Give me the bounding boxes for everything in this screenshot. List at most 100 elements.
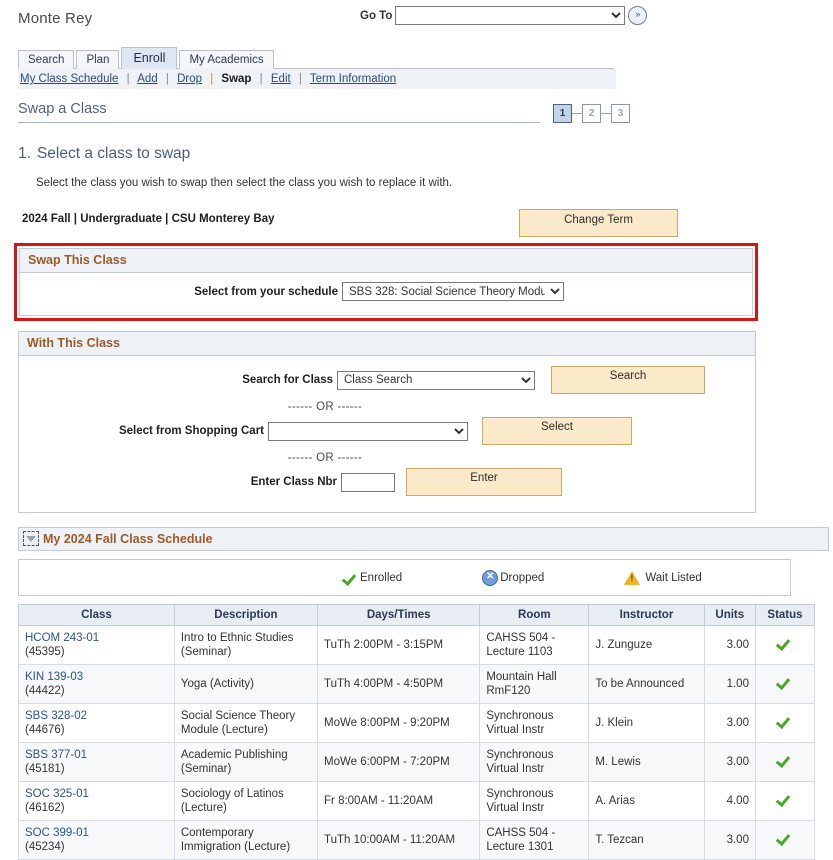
schedule-section-title: My 2024 Fall Class Schedule bbox=[43, 532, 213, 546]
cell-instructor: A. Arias bbox=[589, 782, 704, 821]
cell-units: 3.00 bbox=[704, 626, 755, 665]
subnav-swap[interactable]: Swap bbox=[221, 73, 251, 85]
step-1[interactable]: 1 bbox=[553, 104, 572, 123]
cell-days-times: TuTh 10:00AM - 11:20AM bbox=[318, 821, 480, 860]
class-link[interactable]: SBS 328-02 bbox=[25, 710, 87, 722]
table-row: SOC 325-01(46162)Sociology of Latinos (L… bbox=[19, 782, 815, 821]
app-brand: Monte Rey bbox=[18, 10, 92, 27]
cell-instructor: M. Lewis bbox=[589, 743, 704, 782]
search-button[interactable]: Search bbox=[551, 366, 705, 394]
tab-plan[interactable]: Plan bbox=[76, 50, 119, 69]
cell-days-times: TuTh 2:00PM - 3:15PM bbox=[318, 626, 480, 665]
schedule-section-header: My 2024 Fall Class Schedule bbox=[18, 527, 829, 551]
column-header-days-times: Days/Times bbox=[318, 605, 480, 626]
green-check-icon bbox=[343, 571, 358, 585]
cell-class: HCOM 243-01 (45395) bbox=[19, 626, 175, 665]
class-number: (45234) bbox=[25, 841, 65, 853]
subnav-my-class-schedule[interactable]: My Class Schedule bbox=[20, 73, 118, 85]
cell-description: Yoga (Activity) bbox=[174, 665, 317, 704]
tab-my-academics[interactable]: My Academics bbox=[179, 50, 273, 69]
cell-class: SBS 377-01(45181) bbox=[19, 743, 175, 782]
class-schedule-table: Class Description Days/Times Room Instru… bbox=[18, 604, 815, 860]
goto-select[interactable] bbox=[395, 6, 625, 25]
cell-status bbox=[755, 626, 814, 665]
status-legend: Enrolled ✕ Dropped Wait Listed bbox=[18, 559, 791, 596]
chevron-down-icon bbox=[26, 536, 36, 542]
class-link[interactable]: SOC 399-01 bbox=[25, 827, 89, 839]
subnav-separator: | bbox=[161, 73, 174, 85]
table-row: KIN 139-03(44422)Yoga (Activity)TuTh 4:0… bbox=[19, 665, 815, 704]
green-check-icon bbox=[777, 753, 792, 767]
select-from-schedule-row: Select from your schedule SBS 328: Socia… bbox=[20, 282, 752, 301]
class-number: (45395) bbox=[25, 646, 65, 658]
swap-this-class-highlight: Swap This Class Select from your schedul… bbox=[14, 243, 758, 321]
cell-units: 3.00 bbox=[704, 743, 755, 782]
enter-button[interactable]: Enter bbox=[406, 468, 562, 496]
green-check-icon bbox=[777, 675, 792, 689]
page-header: Monte Rey Go To » bbox=[0, 0, 833, 40]
table-row: SBS 328-02(44676)Social Science Theory M… bbox=[19, 704, 815, 743]
cell-class: SOC 399-01 (45234) bbox=[19, 821, 175, 860]
table-row: SBS 377-01(45181)Academic Publishing (Se… bbox=[19, 743, 815, 782]
subnav-add[interactable]: Add bbox=[137, 73, 157, 85]
subnav-drop[interactable]: Drop bbox=[177, 73, 202, 85]
page-title: Swap a Class bbox=[18, 101, 107, 117]
cell-class: SOC 325-01(46162) bbox=[19, 782, 175, 821]
search-for-class-dropdown[interactable]: Class Search bbox=[337, 371, 535, 390]
step-2[interactable]: 2 bbox=[582, 104, 601, 123]
cell-units: 1.00 bbox=[704, 665, 755, 704]
yellow-triangle-warning-icon bbox=[624, 571, 640, 585]
table-row: HCOM 243-01(45395)Intro to Ethnic Studie… bbox=[19, 626, 815, 665]
term-label: 2024 Fall | Undergraduate | CSU Monterey… bbox=[22, 213, 274, 225]
blue-circle-x-icon: ✕ bbox=[482, 570, 498, 586]
cell-status bbox=[755, 743, 814, 782]
shopping-cart-dropdown[interactable] bbox=[268, 422, 468, 441]
step-3[interactable]: 3 bbox=[611, 104, 630, 123]
subnav-separator: | bbox=[294, 73, 307, 85]
subnav-edit[interactable]: Edit bbox=[271, 73, 291, 85]
legend-enrolled-label: Enrolled bbox=[360, 572, 402, 584]
cell-instructor: J. Klein bbox=[589, 704, 704, 743]
step-heading-number: 1. bbox=[18, 145, 31, 162]
class-link[interactable]: SOC 325-01 bbox=[25, 788, 89, 800]
green-check-icon bbox=[777, 714, 792, 728]
class-nbr-input[interactable] bbox=[341, 473, 395, 492]
subnav-separator: | bbox=[122, 73, 135, 85]
goto-label: Go To bbox=[360, 10, 392, 22]
class-link[interactable]: SBS 377-01 bbox=[25, 749, 87, 761]
column-header-class: Class bbox=[19, 605, 175, 626]
tab-enroll[interactable]: Enroll bbox=[121, 47, 177, 69]
legend-wait-listed-label: Wait Listed bbox=[645, 572, 701, 584]
tab-search[interactable]: Search bbox=[18, 50, 74, 69]
step-connector bbox=[601, 113, 611, 114]
subnav-term-information[interactable]: Term Information bbox=[310, 73, 396, 85]
cell-units: 3.00 bbox=[704, 821, 755, 860]
column-header-instructor: Instructor bbox=[589, 605, 704, 626]
cell-days-times: MoWe 6:00PM - 7:20PM bbox=[318, 743, 480, 782]
select-button[interactable]: Select bbox=[482, 417, 632, 445]
cell-instructor: T. Tezcan bbox=[589, 821, 704, 860]
select-from-schedule-dropdown[interactable]: SBS 328: Social Science Theory Module bbox=[342, 282, 564, 301]
cell-units: 4.00 bbox=[704, 782, 755, 821]
cell-description: Academic Publishing (Seminar) bbox=[174, 743, 317, 782]
legend-wait-listed: Wait Listed bbox=[624, 571, 701, 585]
swap-this-class-panel: Swap This Class Select from your schedul… bbox=[19, 248, 753, 316]
goto-submit-icon[interactable]: » bbox=[628, 6, 647, 25]
step-indicator: 1 2 3 bbox=[553, 104, 630, 123]
class-number: (44422) bbox=[25, 685, 65, 697]
legend-enrolled: Enrolled bbox=[343, 571, 402, 585]
search-for-class-label: Search for Class bbox=[19, 374, 337, 386]
subnav-separator: | bbox=[255, 73, 268, 85]
cell-status bbox=[755, 821, 814, 860]
class-schedule-rows: HCOM 243-01(45395)Intro to Ethnic Studie… bbox=[19, 626, 815, 860]
main-tabs: Search Plan Enroll My Academics bbox=[18, 47, 833, 68]
change-term-button[interactable]: Change Term bbox=[519, 209, 678, 237]
collapse-toggle-icon[interactable] bbox=[23, 531, 39, 546]
select-from-schedule-label: Select from your schedule bbox=[20, 286, 342, 298]
step-heading: 1.Select a class to swap bbox=[18, 145, 833, 163]
with-this-class-panel: With This Class Search for Class Class S… bbox=[18, 331, 756, 513]
cell-room: Mountain Hall RmF120 bbox=[480, 665, 589, 704]
step-connector bbox=[572, 113, 582, 114]
class-link[interactable]: HCOM 243-01 bbox=[25, 632, 99, 644]
class-link[interactable]: KIN 139-03 bbox=[25, 671, 83, 683]
